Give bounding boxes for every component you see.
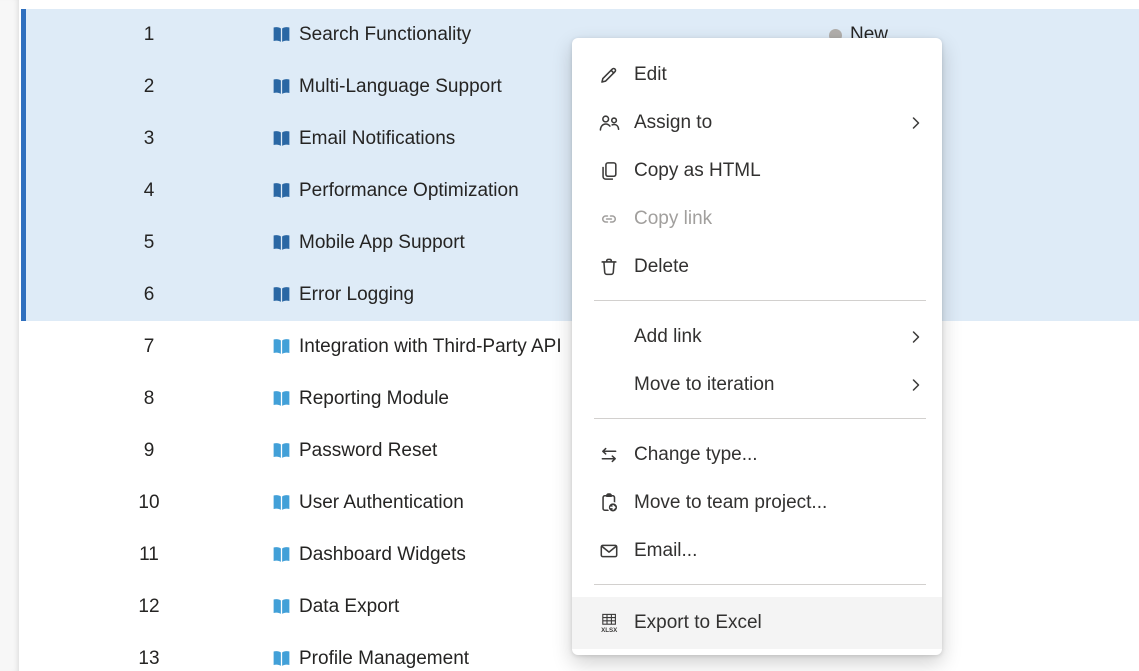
work-item-title[interactable]: Reporting Module <box>299 388 449 410</box>
work-item-title-group: Data Export <box>271 596 399 618</box>
menu-divider <box>594 584 926 585</box>
work-item-title[interactable]: Profile Management <box>299 648 469 670</box>
menu-divider <box>594 418 926 419</box>
user-story-icon <box>271 285 292 306</box>
work-item-title[interactable]: Email Notifications <box>299 128 455 150</box>
context-menu: Edit Assign to Copy as HTML Copy link De… <box>572 38 942 655</box>
work-items-screen: 1 Search Functionality New 2 Mu <box>0 0 1139 671</box>
work-item-title[interactable]: Password Reset <box>299 440 437 462</box>
menu-divider <box>594 300 926 301</box>
email-icon <box>598 540 620 562</box>
svg-text:XLSX: XLSX <box>601 627 618 634</box>
menu-item-assign-to[interactable]: Assign to <box>572 99 942 147</box>
work-item-id: 3 <box>119 128 179 150</box>
user-story-icon <box>271 337 292 358</box>
work-item-title[interactable]: Dashboard Widgets <box>299 544 466 566</box>
menu-item-label: Change type... <box>634 444 924 466</box>
left-panel-edge <box>0 0 19 671</box>
user-story-icon <box>271 597 292 618</box>
edit-icon <box>598 64 620 86</box>
work-item-title-group: Email Notifications <box>271 128 455 150</box>
menu-item-export-to-excel[interactable]: XLSX Export to Excel <box>572 597 942 649</box>
work-item-title-group: User Authentication <box>271 492 464 514</box>
user-story-icon <box>271 77 292 98</box>
move-team-project-icon <box>598 492 620 514</box>
work-item-title[interactable]: Error Logging <box>299 284 414 306</box>
menu-item-icon <box>598 374 620 396</box>
work-item-id: 9 <box>119 440 179 462</box>
menu-item-add-link[interactable]: Add link <box>572 313 942 361</box>
menu-item-edit[interactable]: Edit <box>572 51 942 99</box>
user-story-icon <box>271 181 292 202</box>
menu-item-label: Delete <box>634 256 924 278</box>
change-type-icon <box>598 444 620 466</box>
work-item-id: 11 <box>119 544 179 566</box>
menu-item-label: Edit <box>634 64 924 86</box>
menu-item-email[interactable]: Email... <box>572 527 942 575</box>
copy-icon <box>598 160 620 182</box>
user-story-icon <box>271 493 292 514</box>
work-item-id: 5 <box>119 232 179 254</box>
menu-item-label: Export to Excel <box>634 612 924 634</box>
user-story-icon <box>271 389 292 410</box>
work-item-title-group: Reporting Module <box>271 388 449 410</box>
menu-item-label: Move to iteration <box>634 374 908 396</box>
user-story-icon <box>271 129 292 150</box>
link-icon <box>598 208 620 230</box>
work-item-id: 1 <box>119 24 179 46</box>
work-item-title-group: Password Reset <box>271 440 437 462</box>
export-excel-icon: XLSX <box>598 612 620 634</box>
menu-item-label: Email... <box>634 540 924 562</box>
chevron-right-icon <box>908 377 924 393</box>
chevron-right-icon <box>908 115 924 131</box>
work-item-title-group: Search Functionality <box>271 24 471 46</box>
work-item-title[interactable]: Performance Optimization <box>299 180 519 202</box>
work-item-title[interactable]: Integration with Third-Party API <box>299 336 562 358</box>
work-item-title-group: Profile Management <box>271 648 469 670</box>
user-story-icon <box>271 545 292 566</box>
chevron-right-icon <box>908 329 924 345</box>
work-item-id: 6 <box>119 284 179 306</box>
work-item-id: 2 <box>119 76 179 98</box>
work-item-title-group: Error Logging <box>271 284 414 306</box>
menu-item-icon <box>598 326 620 348</box>
menu-item-label: Copy link <box>634 208 924 230</box>
work-item-title-group: Dashboard Widgets <box>271 544 466 566</box>
user-story-icon <box>271 233 292 254</box>
user-story-icon <box>271 649 292 670</box>
menu-item-move-to-team-project[interactable]: Move to team project... <box>572 479 942 527</box>
menu-item-copy-link: Copy link <box>572 195 942 243</box>
menu-item-label: Add link <box>634 326 908 348</box>
user-story-icon <box>271 441 292 462</box>
user-story-icon <box>271 25 292 46</box>
work-item-title[interactable]: Data Export <box>299 596 399 618</box>
work-item-title-group: Integration with Third-Party API <box>271 336 562 358</box>
work-item-title-group: Mobile App Support <box>271 232 465 254</box>
menu-item-copy-as-html[interactable]: Copy as HTML <box>572 147 942 195</box>
menu-item-delete[interactable]: Delete <box>572 243 942 291</box>
work-item-id: 12 <box>119 596 179 618</box>
work-item-id: 13 <box>119 648 179 670</box>
work-item-title[interactable]: Mobile App Support <box>299 232 465 254</box>
trash-icon <box>598 256 620 278</box>
work-item-title[interactable]: User Authentication <box>299 492 464 514</box>
menu-item-change-type[interactable]: Change type... <box>572 431 942 479</box>
menu-item-label: Move to team project... <box>634 492 924 514</box>
menu-item-label: Assign to <box>634 112 908 134</box>
work-item-id: 10 <box>119 492 179 514</box>
work-item-id: 4 <box>119 180 179 202</box>
menu-item-move-to-iteration[interactable]: Move to iteration <box>572 361 942 409</box>
work-item-title-group: Multi-Language Support <box>271 76 502 98</box>
work-item-title-group: Performance Optimization <box>271 180 519 202</box>
work-item-id: 8 <box>119 388 179 410</box>
menu-item-label: Copy as HTML <box>634 160 924 182</box>
work-item-id: 7 <box>119 336 179 358</box>
work-item-title[interactable]: Multi-Language Support <box>299 76 502 98</box>
people-icon <box>598 112 620 134</box>
work-item-title[interactable]: Search Functionality <box>299 24 471 46</box>
